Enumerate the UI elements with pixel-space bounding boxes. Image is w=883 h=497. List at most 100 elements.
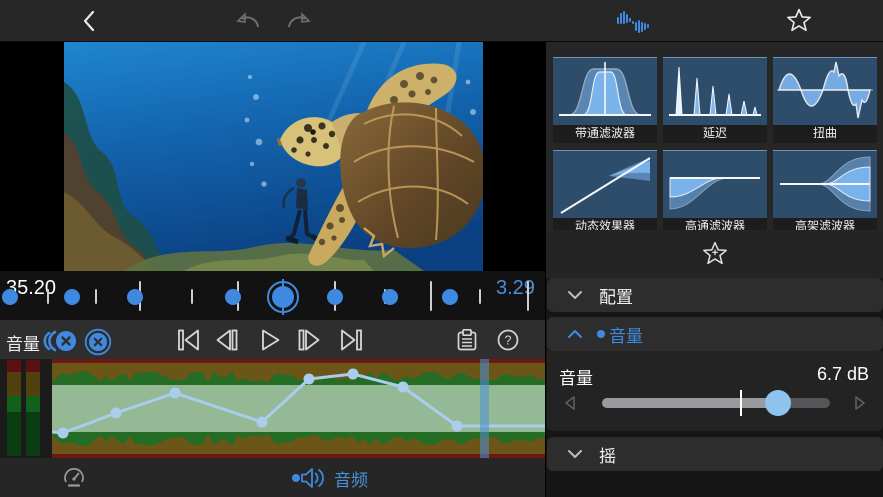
section-volume-label: 音量	[609, 322, 643, 347]
help-icon: ?	[496, 328, 520, 352]
effect-tile-highshelf[interactable]: 高架滤波器	[773, 150, 877, 230]
vu-meter	[0, 359, 52, 458]
play-button[interactable]	[258, 328, 282, 357]
delete-keyframe-icon	[84, 328, 112, 356]
step-back-button[interactable]	[214, 328, 240, 357]
audio-waveform-mode-button[interactable]	[617, 10, 651, 34]
section-pan-label: 摇	[599, 442, 616, 467]
audio-waveform-icon	[617, 10, 651, 34]
star-plus-icon	[702, 241, 728, 267]
scrubber-tick	[479, 289, 481, 304]
scrubber-tick	[430, 281, 432, 311]
sea-turtle-video-still	[64, 42, 483, 271]
effect-tile-distortion[interactable]: 扭曲	[773, 57, 877, 143]
scrubber-tick	[527, 281, 529, 311]
skip-to-start-button[interactable]	[176, 328, 202, 357]
step-forward-icon	[296, 328, 322, 352]
effect-label: 延迟	[663, 125, 767, 143]
track-selector-audio[interactable]: 音频	[292, 465, 368, 491]
effect-label: 动态效果器	[553, 218, 657, 230]
volume-slider-thumb[interactable]	[765, 390, 791, 416]
highshelf-icon	[773, 150, 877, 218]
volume-slider-zero-tick	[740, 390, 742, 416]
keyframe-scrubber[interactable]: 35.20 3.29	[0, 271, 545, 320]
help-button[interactable]: ?	[496, 328, 520, 357]
effect-tile-delay[interactable]: 延迟	[663, 57, 767, 143]
scrubber-tick	[191, 289, 193, 304]
gauge-icon	[62, 466, 86, 490]
delete-keyframe-button[interactable]	[84, 328, 112, 361]
playhead[interactable]	[480, 359, 489, 458]
keyframe-dot[interactable]	[2, 289, 18, 305]
chevron-up-icon	[567, 329, 583, 339]
effect-label: 扭曲	[773, 125, 877, 143]
scrubber-tick	[47, 289, 49, 304]
audio-editor-app: 35.20 3.29 音量	[0, 0, 883, 497]
svg-text:?: ?	[505, 334, 512, 348]
volume-increase-button[interactable]	[853, 395, 867, 416]
speaker-icon	[292, 465, 326, 491]
back-button[interactable]	[78, 9, 102, 33]
volume-value: 6.7 dB	[817, 364, 869, 385]
video-preview-area	[0, 42, 545, 271]
favorites-row	[546, 230, 883, 278]
vu-meter-bar-right	[26, 360, 40, 456]
keyframe-dot[interactable]	[382, 289, 398, 305]
volume-controls: 音量 6.7 dB	[547, 351, 883, 431]
undo-button[interactable]	[234, 9, 262, 33]
volume-param-label: 音量	[559, 364, 593, 389]
skip-to-end-icon	[338, 328, 364, 352]
section-pan[interactable]: 摇	[547, 437, 883, 471]
keyframe-dot[interactable]	[225, 289, 241, 305]
redo-button[interactable]	[285, 9, 313, 33]
effect-tile-dynamics[interactable]: 动态效果器	[553, 150, 657, 230]
back-chevron-icon	[78, 9, 102, 33]
keyframe-dot[interactable]	[64, 289, 80, 305]
keyframe-dot[interactable]	[327, 289, 343, 305]
effects-grid: 带通滤波器 延迟	[546, 42, 883, 230]
effect-tile-bandpass[interactable]: 带通滤波器	[553, 57, 657, 143]
dynamics-icon	[553, 150, 657, 218]
scrubber-tick	[95, 289, 97, 304]
keyframe-dot[interactable]	[442, 289, 458, 305]
skip-to-end-button[interactable]	[338, 328, 364, 357]
effect-label: 高通滤波器	[663, 218, 767, 230]
distortion-icon	[773, 57, 877, 125]
scrubber-end-time: 3.29	[496, 277, 535, 300]
delete-all-keyframes-icon	[42, 329, 78, 353]
selected-keyframe[interactable]	[272, 286, 294, 308]
volume-decrease-button[interactable]	[563, 395, 577, 416]
video-frame[interactable]	[64, 42, 483, 271]
star-icon	[786, 8, 812, 34]
step-back-icon	[214, 328, 240, 352]
delete-all-keyframes-button[interactable]	[42, 329, 78, 358]
step-forward-button[interactable]	[296, 328, 322, 357]
highpass-icon	[663, 150, 767, 218]
audio-waveform-clip[interactable]	[52, 359, 545, 458]
keyframed-indicator-dot	[597, 330, 605, 338]
section-volume[interactable]: 音量	[547, 317, 883, 351]
add-favorite-button[interactable]	[702, 241, 728, 272]
effect-label: 高架滤波器	[773, 218, 877, 230]
delay-icon	[663, 57, 767, 125]
speed-button[interactable]	[62, 466, 86, 495]
bottom-bar: 音频	[0, 458, 545, 497]
volume-slider-fill	[602, 398, 778, 408]
volume-slider-track[interactable]	[602, 398, 830, 408]
top-toolbar	[0, 0, 883, 42]
clipboard-button[interactable]	[455, 328, 479, 357]
undo-icon	[234, 9, 262, 33]
effects-panel: 带通滤波器 延迟	[545, 42, 883, 497]
favorite-button[interactable]	[786, 8, 812, 34]
skip-to-start-icon	[176, 328, 202, 352]
effect-label: 带通滤波器	[553, 125, 657, 143]
track-parameter-label: 音量	[6, 330, 40, 355]
transport-bar: 音量	[0, 320, 545, 359]
effect-tile-highpass[interactable]: 高通滤波器	[663, 150, 767, 230]
bandpass-icon	[553, 57, 657, 125]
section-config-label: 配置	[599, 283, 633, 308]
section-config[interactable]: 配置	[547, 278, 883, 312]
chevron-down-icon	[567, 290, 583, 300]
chevron-down-icon	[567, 449, 583, 459]
keyframe-dot[interactable]	[127, 289, 143, 305]
